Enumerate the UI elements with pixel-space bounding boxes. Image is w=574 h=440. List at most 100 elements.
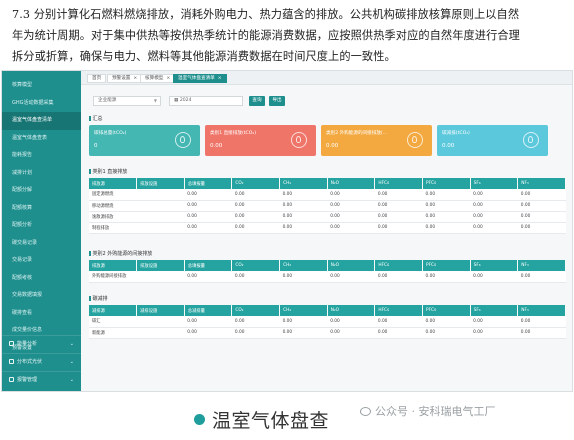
- caption-bullet-icon: [194, 414, 205, 425]
- table-cell: 0.00: [517, 200, 566, 212]
- sidebar-item-trade-record[interactable]: 交易记录: [2, 252, 81, 270]
- sidebar-group-pv[interactable]: 分布式光伏 ⌄: [2, 353, 81, 369]
- sidebar-item-inventory-list[interactable]: 温室气体盘查清单: [2, 112, 81, 130]
- column-header: 总减排量: [184, 305, 233, 316]
- sidebar-item-quota-split[interactable]: 配额分解: [2, 182, 81, 200]
- table-cell: 0.00: [279, 222, 328, 234]
- cat2-title: 类别2 外购能源的间接排放: [89, 250, 153, 257]
- leaf-icon: [175, 132, 191, 148]
- sidebar-group-label: 分布式光伏: [17, 359, 43, 365]
- close-icon[interactable]: ×: [166, 76, 170, 81]
- column-header: SF₆: [470, 178, 519, 189]
- document-text: 7.3 分别计算化石燃料燃烧排放，消耗外购电力、热力蕴含的排放。公共机构碳排放核…: [12, 4, 564, 67]
- table-cell: 固定源燃烧: [89, 189, 137, 201]
- table-cell: [136, 211, 185, 223]
- table-cell: 0.00: [231, 271, 280, 283]
- table-cell: 0.00: [231, 316, 280, 328]
- main-content: 首页 预警设置 × 核算模型 × 温室气体盘查清单 × 企业能源 ▼ ▦ 2024 查…: [81, 71, 572, 391]
- table-cell: 0.00: [327, 189, 375, 201]
- close-icon[interactable]: ×: [133, 76, 137, 81]
- column-header: PFCs: [422, 305, 471, 316]
- sidebar-item-energy-report[interactable]: 能耗报告: [2, 147, 81, 165]
- column-header: CO₂: [231, 178, 281, 189]
- sidebar: 核算模型 GHG活动数据采集 温室气体盘查清单 温室气体盘查表 能耗报告 减排计…: [2, 71, 81, 391]
- table-cell: 0.00: [517, 222, 566, 234]
- sidebar-group-energy-analysis[interactable]: 能量分析 ⌄: [2, 335, 81, 351]
- tab-alert-settings[interactable]: 预警设置 ×: [107, 74, 143, 83]
- table-cell: 0.00: [327, 271, 375, 283]
- table-header-row: 排放源 排放设施 总填报量 CO₂ CH₄ N₂O HFCs PFCs SF₆ NF₃: [89, 178, 566, 189]
- table-cell: 0.00: [422, 189, 471, 201]
- table-cell: 0.00: [184, 211, 232, 223]
- table-cell: 0.00: [184, 200, 232, 212]
- table-cell: [136, 200, 185, 212]
- table-cell: 0.00: [327, 222, 375, 234]
- table-cell: 0.00: [517, 211, 566, 223]
- table-cell: 0.00: [470, 211, 518, 223]
- sidebar-group-label: 能量分析: [17, 341, 38, 347]
- column-header: CH₄: [279, 178, 328, 189]
- table-cell: 0.00: [374, 327, 423, 339]
- doc-line-3: 拆分或折算，确保与电力、燃料等其他能源消费数据在时间尺度上的一致性。: [12, 50, 396, 63]
- sidebar-group-alarm[interactable]: 报警管理 ⌄: [2, 371, 81, 387]
- column-header: HFCs: [374, 260, 423, 271]
- column-header: 总填报量: [184, 178, 233, 189]
- column-header: NF₃: [517, 305, 566, 316]
- table-cell: 0.00: [470, 271, 518, 283]
- sidebar-item-ghg-collection[interactable]: GHG活动数据采集: [2, 95, 81, 113]
- table-row: 碳汇 0.00 0.00 0.00 0.00 0.00 0.00 0.00 0.00: [89, 316, 566, 328]
- chart-icon: [9, 341, 14, 346]
- table-cell: 0.00: [231, 327, 280, 339]
- table-cell: 0.00: [422, 200, 471, 212]
- sidebar-item-model[interactable]: 核算模型: [2, 77, 81, 95]
- column-header: SF₆: [470, 260, 519, 271]
- export-button[interactable]: 导出: [269, 96, 285, 106]
- year-picker[interactable]: ▦ 2024: [169, 96, 243, 106]
- tab-model[interactable]: 核算模型 ×: [140, 74, 176, 83]
- reduction-table: 减排源 减排设施 总减排量 CO₂ CH₄ N₂O HFCs PFCs SF₆ NF₃ 碳汇 0.00…: [89, 305, 566, 339]
- table-row: 制程排放 0.00 0.00 0.00 0.00 0.00 0.00 0.00 0.00: [89, 222, 566, 234]
- sidebar-item-carbon-trade-record[interactable]: 碳交易记录: [2, 235, 81, 253]
- table-cell: 新能源: [89, 327, 137, 339]
- doc-line-1: 7.3 分别计算化石燃料燃烧排放，消耗外购电力、热力蕴含的排放。公共机构碳排放核…: [12, 8, 520, 21]
- column-header: NF₃: [517, 178, 566, 189]
- doc-line-2: 年为统计周期。对于集中供热等按供热季统计的能源消费数据，应按照供热季对应的自然年…: [12, 29, 520, 42]
- table-cell: 0.00: [470, 222, 518, 234]
- table-cell: 制程排放: [89, 222, 137, 234]
- table-cell: 0.00: [279, 316, 328, 328]
- sidebar-item-reduction-plan[interactable]: 减排计划: [2, 165, 81, 183]
- figure-caption: 温室气体盘查: [212, 410, 330, 432]
- card-total-emission: 碳排总量(tCO₂) 0: [89, 125, 200, 156]
- column-header: N₂O: [327, 305, 376, 316]
- sidebar-item-quota-assessment[interactable]: 配额考核: [2, 270, 81, 288]
- table-cell: 0.00: [184, 271, 232, 283]
- column-header: HFCs: [374, 178, 423, 189]
- table-cell: 0.00: [374, 189, 423, 201]
- watermark-text: 公众号 · 安科瑞电气工厂: [375, 405, 496, 418]
- table-header-row: 排放源 排放设施 总填报量 CO₂ CH₄ N₂O HFCs PFCs SF₆ NF₃: [89, 260, 566, 271]
- table-cell: 0.00: [327, 316, 375, 328]
- sidebar-item-inventory-table[interactable]: 温室气体盘查表: [2, 130, 81, 148]
- column-header: PFCs: [422, 178, 471, 189]
- card-indirect-emission: 类别2 外购能源的间接排放(... 0.00: [321, 125, 432, 156]
- tab-home[interactable]: 首页: [87, 74, 107, 83]
- table-cell: 0.00: [517, 271, 566, 283]
- column-header: CH₄: [279, 260, 328, 271]
- table-cell: 0.00: [231, 211, 280, 223]
- sidebar-item-quota-accounting[interactable]: 配额核算: [2, 200, 81, 218]
- close-icon[interactable]: ×: [218, 76, 222, 81]
- sidebar-item-quota-analysis[interactable]: 配额分析: [2, 217, 81, 235]
- solar-icon: [9, 359, 14, 364]
- search-button[interactable]: 查询: [249, 96, 265, 106]
- reduction-title: 碳减排: [89, 295, 108, 302]
- tab-inventory-list[interactable]: 温室气体盘查清单 ×: [173, 74, 227, 83]
- table-cell: 0.00: [279, 327, 328, 339]
- sidebar-item-emission-view[interactable]: 碳排查看: [2, 305, 81, 323]
- table-cell: 0.00: [422, 271, 471, 283]
- column-header: 排放源: [89, 178, 138, 189]
- column-header: 总填报量: [184, 260, 233, 271]
- table-cell: 0.00: [517, 316, 566, 328]
- org-select[interactable]: 企业能源 ▼: [93, 96, 161, 106]
- table-cell: [136, 222, 185, 234]
- sidebar-item-trade-data-entry[interactable]: 交易数据填报: [2, 287, 81, 305]
